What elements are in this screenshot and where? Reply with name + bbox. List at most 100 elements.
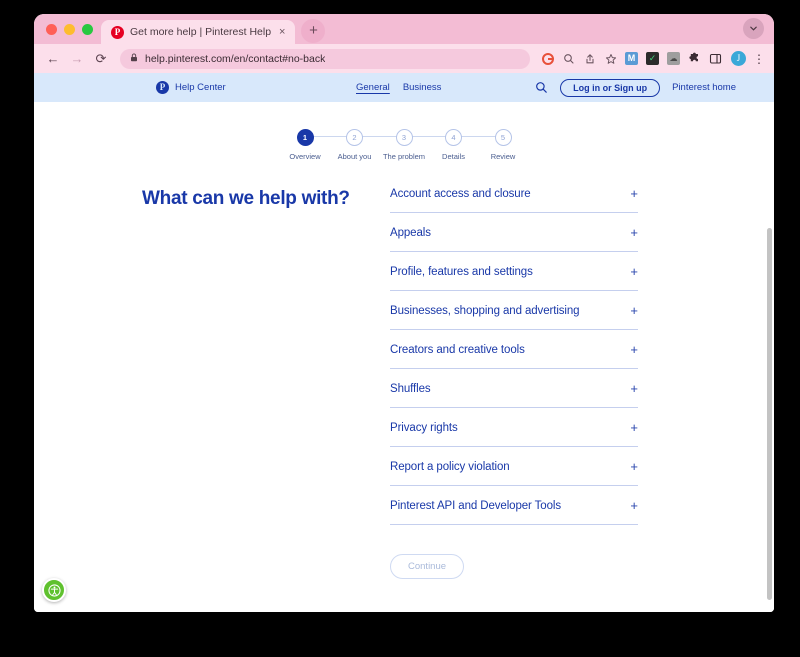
accordion-item-appeals[interactable]: Appeals + — [390, 226, 638, 252]
step-number: 4 — [445, 129, 462, 146]
puzzle-piece-icon — [689, 52, 698, 62]
topic-accordion-list: Account access and closure + Appeals + P… — [390, 187, 638, 579]
plus-icon: + — [630, 225, 638, 240]
plus-icon: + — [630, 420, 638, 435]
google-g-icon — [541, 52, 554, 65]
magnifier-icon — [536, 82, 547, 93]
help-center-brand[interactable]: P Help Center — [156, 81, 226, 94]
nav-link-business[interactable]: Business — [403, 82, 442, 93]
pinterest-home-link[interactable]: Pinterest home — [672, 82, 736, 93]
tab-title: Get more help | Pinterest Help — [130, 26, 272, 38]
accordion-label: Profile, features and settings — [390, 265, 533, 278]
back-button[interactable]: ← — [42, 48, 64, 70]
chevron-down-icon — [750, 26, 757, 31]
accordion-item-profile-features-and-settings[interactable]: Profile, features and settings + — [390, 265, 638, 291]
main-content: What can we help with? Account access an… — [34, 187, 774, 579]
brand-label: Help Center — [175, 82, 226, 93]
step-label: Review — [490, 152, 516, 161]
progress-stepper: 1 Overview 2 About you 3 The problem 4 D… — [281, 129, 527, 161]
accordion-label: Businesses, shopping and advertising — [390, 304, 580, 317]
maximize-window-button[interactable] — [82, 23, 93, 35]
step-number: 2 — [346, 129, 363, 146]
padlock-icon — [131, 53, 137, 62]
pinterest-favicon-icon: P — [111, 25, 124, 39]
tab-list-chevron-down-icon[interactable] — [743, 18, 764, 39]
accordion-item-report-a-policy-violation[interactable]: Report a policy violation + — [390, 460, 638, 486]
plus-icon: + — [630, 303, 638, 318]
forward-button[interactable]: → — [66, 48, 88, 70]
plus-icon: + — [630, 264, 638, 279]
share-icon[interactable] — [580, 49, 599, 68]
new-tab-button[interactable]: + — [301, 19, 326, 43]
step-label: Overview — [289, 152, 321, 161]
page-viewport: P Help Center General Business Log in or… — [34, 73, 774, 612]
step-label: About you — [337, 152, 372, 161]
close-tab-icon[interactable]: × — [277, 26, 287, 38]
google-icon[interactable] — [538, 49, 557, 68]
star-outline-icon — [605, 53, 616, 64]
step-number: 1 — [296, 129, 314, 146]
close-window-button[interactable] — [46, 23, 57, 35]
step-about-you[interactable]: 2 About you — [331, 129, 379, 161]
accordion-label: Report a policy violation — [390, 460, 510, 473]
step-details[interactable]: 4 Details — [430, 129, 478, 161]
minimize-window-button[interactable] — [64, 23, 75, 35]
accordion-item-privacy-rights[interactable]: Privacy rights + — [390, 421, 638, 447]
step-label: The problem — [382, 152, 426, 161]
profile-avatar[interactable]: J — [731, 51, 746, 66]
page-scrollbar-track[interactable] — [765, 102, 774, 612]
step-number: 5 — [494, 129, 512, 146]
accordion-item-creators-and-creative-tools[interactable]: Creators and creative tools + — [390, 343, 638, 369]
url-text: help.pinterest.com/en/contact#no-back — [145, 52, 326, 65]
reload-button[interactable]: ⟳ — [90, 48, 112, 70]
accordion-label: Pinterest API and Developer Tools — [390, 499, 562, 512]
accordion-item-account-access-and-closure[interactable]: Account access and closure + — [390, 187, 638, 213]
accessibility-widget-button[interactable] — [42, 578, 66, 602]
browser-menu-button[interactable]: ⋮ — [752, 53, 766, 65]
plus-icon: + — [630, 381, 638, 396]
side-panel-icon — [709, 53, 722, 64]
continue-button[interactable]: Continue — [390, 554, 465, 579]
browser-toolbar: ← → ⟳ help.pinterest.com/en/contact#no-b… — [34, 44, 774, 73]
extension-puzzle-icon[interactable] — [688, 52, 701, 65]
page-scrollbar-thumb[interactable] — [767, 228, 772, 600]
extension-cloud-icon[interactable]: ☁ — [667, 52, 680, 65]
tab-strip: P Get more help | Pinterest Help × + — [34, 14, 774, 44]
site-search-icon[interactable] — [535, 81, 548, 94]
address-bar[interactable]: help.pinterest.com/en/contact#no-back — [120, 48, 530, 69]
step-the-problem[interactable]: 3 The problem — [380, 129, 428, 161]
accordion-item-businesses-shopping-and-advertising[interactable]: Businesses, shopping and advertising + — [390, 304, 638, 330]
magnifier-icon — [563, 53, 574, 64]
accessibility-person-icon — [47, 583, 61, 597]
extension-panel-icon[interactable] — [709, 52, 722, 65]
pinterest-logo-icon: P — [156, 81, 169, 94]
accordion-item-pinterest-api-and-developer-tools[interactable]: Pinterest API and Developer Tools + — [390, 499, 638, 525]
accordion-label: Appeals — [390, 226, 431, 239]
step-review[interactable]: 5 Review — [479, 129, 527, 161]
extension-checklist-icon[interactable]: ✓ — [646, 52, 659, 65]
plus-icon: + — [630, 342, 638, 357]
window-controls — [42, 14, 101, 44]
accordion-item-shuffles[interactable]: Shuffles + — [390, 382, 638, 408]
step-label: Details — [442, 152, 465, 161]
site-nav: General Business — [356, 82, 441, 93]
page-title: What can we help with? — [142, 188, 350, 209]
plus-icon: + — [630, 186, 638, 201]
browser-tab[interactable]: P Get more help | Pinterest Help × — [101, 20, 296, 44]
share-arrow-icon — [585, 53, 594, 63]
accordion-label: Account access and closure — [390, 187, 531, 200]
browser-window: P Get more help | Pinterest Help × + ← →… — [34, 14, 774, 612]
plus-icon: + — [630, 459, 638, 474]
nav-link-general[interactable]: General — [356, 82, 390, 93]
step-overview[interactable]: 1 Overview — [281, 129, 329, 161]
accordion-label: Creators and creative tools — [390, 343, 525, 356]
login-signup-button[interactable]: Log in or Sign up — [560, 78, 661, 97]
plus-icon: + — [630, 498, 638, 513]
content-left-column: What can we help with? — [34, 187, 354, 579]
site-header: P Help Center General Business Log in or… — [34, 73, 774, 102]
extension-m-icon[interactable]: M — [625, 52, 638, 65]
accordion-label: Shuffles — [390, 382, 431, 395]
bookmark-star-icon[interactable] — [601, 49, 620, 68]
site-header-right: Log in or Sign up Pinterest home — [535, 78, 736, 97]
search-icon[interactable] — [559, 49, 578, 68]
